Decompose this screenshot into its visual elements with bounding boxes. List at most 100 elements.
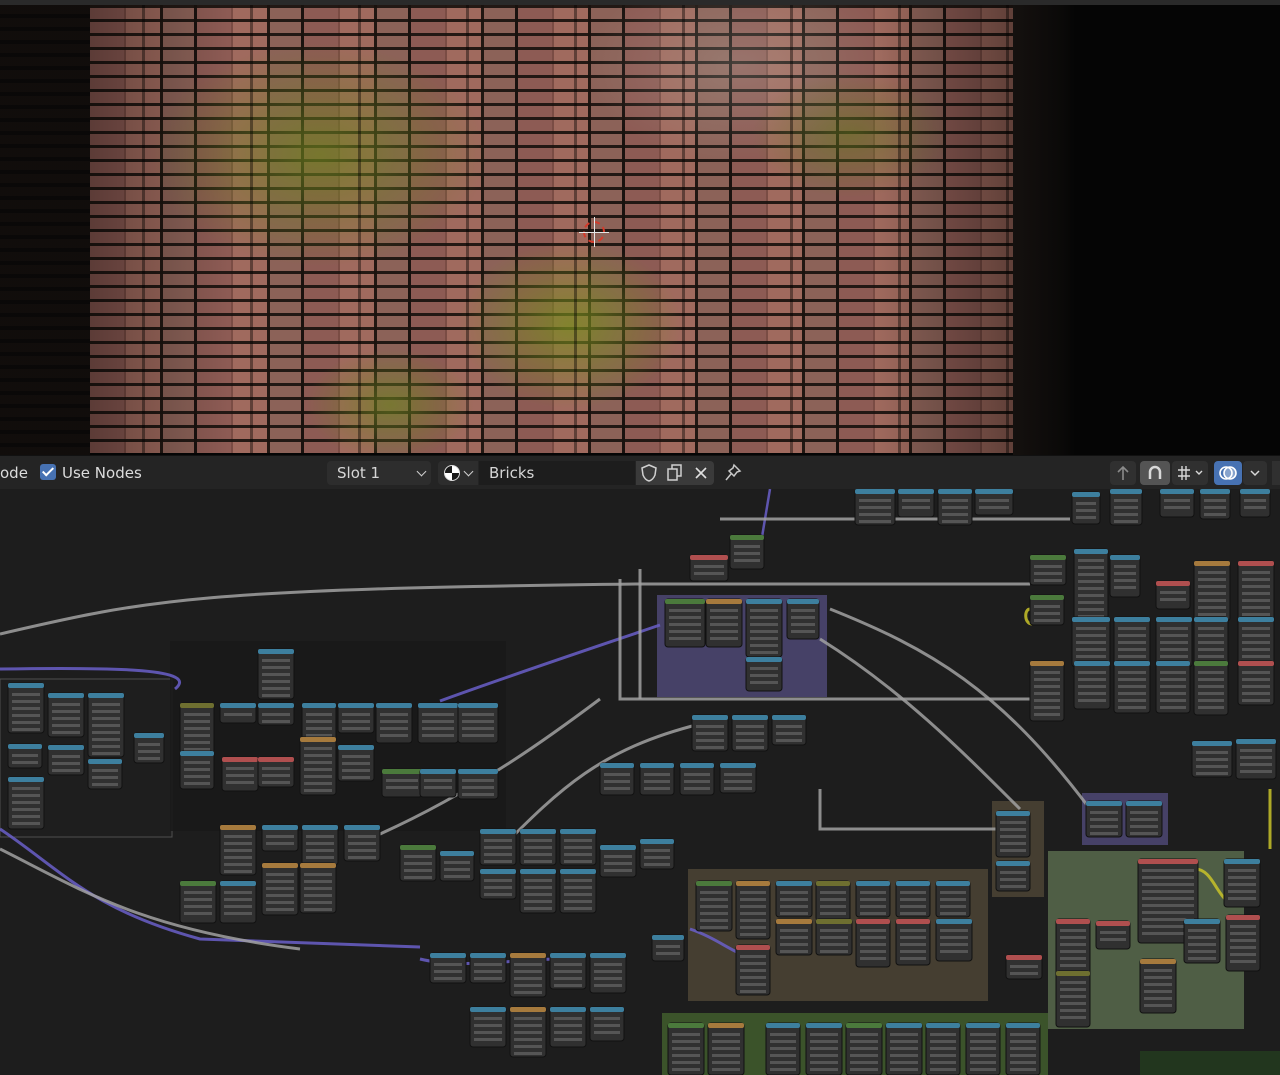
node-header — [696, 881, 732, 886]
node-header — [856, 881, 890, 886]
node-socket-row — [810, 1068, 838, 1071]
mode-label-fragment[interactable]: ode — [0, 464, 28, 482]
node-header — [938, 489, 972, 494]
node-socket-row — [1078, 587, 1104, 590]
use-nodes-checkbox[interactable] — [40, 464, 56, 480]
node-header — [600, 845, 636, 850]
node-socket-row — [940, 936, 968, 939]
node-socket-row — [184, 720, 210, 723]
duplicate-material-button[interactable] — [662, 461, 688, 485]
3d-viewport[interactable] — [0, 0, 1280, 455]
snap-grid-dropdown[interactable] — [1172, 461, 1208, 485]
node-socket-row — [740, 912, 766, 915]
node-socket-row — [1188, 929, 1216, 932]
node[interactable] — [745, 598, 783, 658]
node-socket-row — [791, 609, 815, 612]
node[interactable] — [1193, 560, 1231, 622]
node[interactable] — [299, 736, 337, 796]
pin-button[interactable] — [722, 461, 744, 485]
node[interactable] — [1029, 660, 1065, 722]
unlink-material-button[interactable] — [688, 461, 714, 485]
node-socket-row — [1228, 876, 1256, 879]
node-socket-row — [860, 891, 886, 894]
node-header — [787, 599, 819, 604]
node-socket-row — [740, 919, 766, 922]
slot-dropdown[interactable]: Slot 1 — [327, 461, 431, 485]
overlay-dropdown[interactable] — [1243, 461, 1267, 485]
material-browse-button[interactable] — [438, 461, 478, 485]
node-socket-row — [724, 787, 752, 790]
node-socket-row — [184, 768, 210, 771]
node-socket-row — [734, 559, 760, 562]
node-socket-row — [1078, 678, 1106, 681]
node-socket-row — [604, 869, 632, 872]
node-socket-row — [462, 793, 494, 796]
material-name-field[interactable]: Bricks — [479, 461, 635, 485]
node-socket-row — [770, 1054, 796, 1057]
node-socket-row — [266, 887, 294, 890]
node-socket-row — [348, 856, 376, 859]
node-socket-row — [1198, 685, 1224, 688]
node-socket-row — [791, 630, 815, 633]
node-socket-row — [262, 659, 290, 662]
node[interactable] — [1237, 660, 1275, 706]
node-socket-row — [1160, 671, 1186, 674]
node-socket-row — [1188, 957, 1216, 960]
node-socket-row — [304, 887, 332, 890]
node-socket-row — [266, 908, 294, 911]
node[interactable] — [519, 868, 557, 914]
node-socket-row — [12, 787, 40, 790]
node-socket-row — [1114, 499, 1138, 502]
node-header — [1056, 971, 1090, 976]
node-socket-row — [226, 767, 254, 770]
node[interactable] — [47, 692, 85, 738]
node-header — [180, 751, 214, 756]
parent-node-tree-button[interactable] — [1110, 461, 1136, 485]
node-socket-row — [304, 782, 332, 785]
overlay-toggle-button[interactable] — [1214, 461, 1242, 485]
node-socket-row — [940, 950, 968, 953]
node-socket-row — [770, 1047, 796, 1050]
node[interactable] — [935, 918, 973, 962]
node-socket-row — [554, 1024, 582, 1027]
node-socket-row — [970, 1047, 996, 1050]
frame[interactable] — [1140, 1051, 1280, 1075]
node-header — [1194, 617, 1228, 622]
node[interactable] — [559, 868, 597, 914]
node-editor-canvas[interactable] — [0, 489, 1280, 1075]
node[interactable] — [509, 952, 547, 998]
node-socket-row — [694, 565, 724, 568]
node-socket-row — [1118, 699, 1146, 702]
3d-cursor-icon[interactable] — [579, 217, 609, 247]
node-header — [88, 759, 122, 764]
node-socket-row — [462, 727, 494, 730]
node[interactable] — [219, 880, 257, 924]
node-socket-row — [1198, 699, 1224, 702]
node-socket-row — [564, 907, 592, 910]
node-socket-row — [1142, 904, 1194, 907]
node-socket-row — [514, 1024, 542, 1027]
node-socket-row — [1060, 1002, 1086, 1005]
node-socket-row — [900, 905, 926, 908]
node-socket-row — [1198, 599, 1226, 602]
node-socket-row — [1078, 566, 1104, 569]
node-socket-row — [474, 1031, 502, 1034]
node-socket-row — [184, 782, 210, 785]
node[interactable] — [179, 880, 217, 924]
node-socket-row — [226, 781, 254, 784]
node-header — [898, 489, 934, 494]
node[interactable] — [1109, 554, 1141, 598]
node[interactable] — [735, 880, 771, 940]
node-socket-row — [734, 552, 760, 555]
node-socket-row — [224, 713, 252, 716]
node-socket-row — [1000, 842, 1026, 845]
node-socket-row — [710, 609, 738, 612]
node[interactable] — [1183, 918, 1221, 964]
snap-toggle-button[interactable] — [1140, 461, 1170, 485]
use-nodes-label[interactable]: Use Nodes — [62, 464, 142, 482]
node-socket-row — [712, 1040, 740, 1043]
fake-user-button[interactable] — [636, 461, 662, 485]
node-socket-row — [1000, 878, 1026, 881]
node-graph — [0, 489, 1280, 1075]
node-socket-row — [776, 739, 802, 742]
